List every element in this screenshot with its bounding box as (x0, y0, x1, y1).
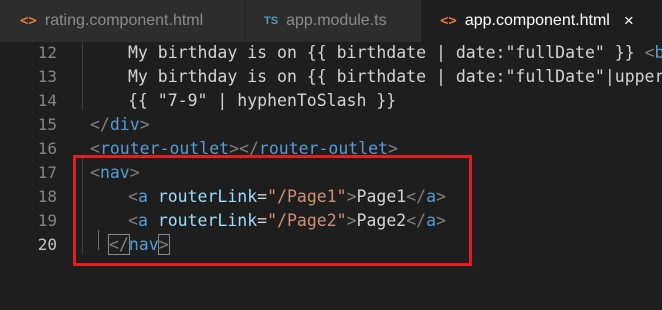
line-number: 17 (37, 162, 57, 182)
line-content: {{ "7-9" | hyphenToSlash }} (128, 90, 397, 110)
tab-rating-component-html[interactable]: <> rating.component.html (0, 0, 246, 42)
line-number: 14 (37, 90, 57, 110)
line-content: My birthday is on {{ birthdate | date:"f… (128, 66, 662, 86)
line-content: My birthday is on {{ birthdate | date:"f… (128, 42, 662, 62)
tab-label: app.module.ts (286, 12, 387, 29)
editor-tab-bar: <> rating.component.html TS app.module.t… (0, 0, 662, 42)
line-number: 18 (37, 186, 57, 206)
code-editor: <> rating.component.html TS app.module.t… (0, 0, 662, 310)
line-number: 20 (37, 234, 57, 254)
tab-app-module-ts[interactable]: TS app.module.ts (246, 0, 422, 42)
line-number: 13 (37, 66, 57, 86)
html-file-icon: <> (20, 13, 37, 29)
line-number: 12 (37, 42, 57, 62)
close-icon[interactable]: × (624, 11, 634, 31)
line-number: 19 (37, 210, 57, 230)
html-file-icon: <> (440, 13, 457, 29)
indent-guide (98, 230, 99, 250)
line-number: 16 (37, 138, 57, 158)
tab-label: rating.component.html (44, 12, 204, 29)
red-highlight-box (73, 155, 472, 266)
ts-file-icon: TS (264, 15, 279, 27)
tab-app-component-html[interactable]: <> app.component.html × (422, 0, 662, 42)
line-number: 15 (37, 114, 57, 134)
tab-label: app.component.html (464, 12, 610, 29)
code-line-14: 14 {{ "7-9" | hyphenToSlash }} (0, 88, 662, 112)
code-line-15: 15 </div> (0, 112, 662, 136)
code-line-12: 12 My birthday is on {{ birthdate | date… (0, 40, 662, 64)
code-line-13: 13 My birthday is on {{ birthdate | date… (0, 64, 662, 88)
line-content: </div> (90, 114, 150, 134)
